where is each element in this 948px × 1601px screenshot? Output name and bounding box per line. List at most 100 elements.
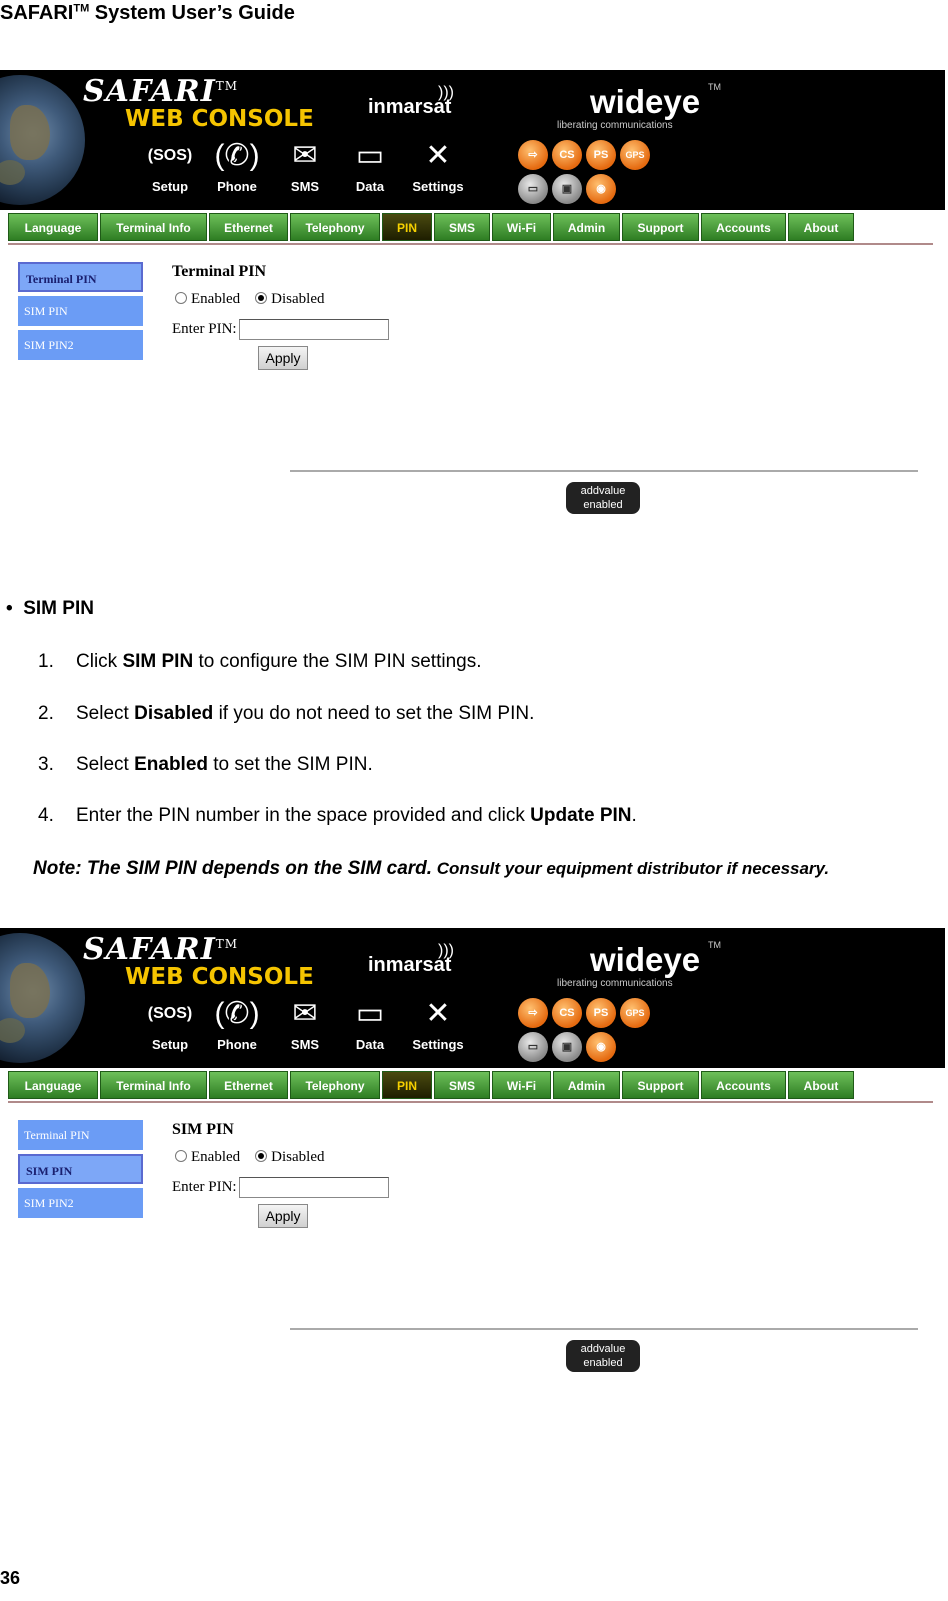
gps-status-icon[interactable]: GPS [620,140,650,170]
web-console-screenshot-terminal-pin: SAFARITM WEB CONSOLE inmarsat ))) wideye… [0,70,948,550]
tab-ethernet[interactable]: Ethernet [209,1071,288,1099]
wideye-logo: wideye [590,83,701,120]
tab-wifi[interactable]: Wi-Fi [492,213,551,241]
pin-mode-radio-group: Enabled Disabled [175,1149,324,1166]
tab-support[interactable]: Support [622,213,699,241]
earth-globe-image [0,75,85,205]
signal-waves-icon: ))) [438,942,454,959]
tab-terminal-info[interactable]: Terminal Info [100,1071,207,1099]
ethernet-status-icon[interactable]: ▭ [518,174,548,204]
enabled-radio[interactable] [175,292,187,304]
web-console-screenshot-sim-pin: SAFARITM WEB CONSOLE inmarsat ))) wideye… [0,928,948,1408]
envelope-icon: ✉ [292,997,318,1030]
page-number: 36 [0,1568,21,1588]
disabled-radio[interactable] [255,1150,268,1162]
tab-telephony[interactable]: Telephony [290,1071,380,1099]
sidebar-item-sim-pin2[interactable]: SIM PIN2 [18,1188,143,1218]
wideye-tagline: liberating communications [557,978,673,989]
tab-pin[interactable]: PIN [382,1071,432,1099]
tab-wifi[interactable]: Wi-Fi [492,1071,551,1099]
network-status-icon[interactable]: ⇨ [518,140,548,170]
tab-accounts[interactable]: Accounts [701,213,786,241]
tab-about[interactable]: About [788,1071,854,1099]
nav-phone[interactable]: (✆) Phone [207,994,267,1052]
tab-telephony[interactable]: Telephony [290,213,380,241]
safari-logo: SAFARITM [83,74,239,109]
divider [290,1328,918,1330]
ps-status-icon[interactable]: PS [586,140,616,170]
wifi-status-icon[interactable]: ◉ [586,174,616,204]
sidebar-item-terminal-pin[interactable]: Terminal PIN [18,262,143,292]
step-4: 4. Enter the PIN number in the space prov… [38,805,637,826]
tab-admin[interactable]: Admin [553,213,620,241]
console-banner: SAFARITM WEB CONSOLE inmarsat ))) wideye… [0,928,945,1068]
nav-data[interactable]: ▭ Data [340,994,400,1052]
ps-status-icon[interactable]: PS [586,998,616,1028]
safari-logo: SAFARITM [83,932,239,967]
gps-status-icon[interactable]: GPS [620,998,650,1028]
sidebar-item-sim-pin[interactable]: SIM PIN [18,296,143,326]
earth-globe-image [0,933,85,1063]
wideye-tagline: liberating communications [557,120,673,131]
note: Note: The SIM PIN depends on the SIM car… [33,858,830,879]
addvalue-enabled-logo: addvalue enabled [566,482,640,514]
pin-entry-row: Enter PIN: [172,1177,389,1198]
nav-settings[interactable]: ✕ Settings [408,136,468,194]
web-console-title: WEB CONSOLE [125,106,314,132]
console-banner: SAFARITM WEB CONSOLE inmarsat ))) wideye… [0,70,945,210]
nav-settings[interactable]: ✕ Settings [408,994,468,1052]
sidebar-item-terminal-pin[interactable]: Terminal PIN [18,1120,143,1150]
cs-status-icon[interactable]: CS [552,140,582,170]
network-status-icon[interactable]: ⇨ [518,998,548,1028]
signal-waves-icon: ))) [438,84,454,101]
sim-pin-instructions: • SIM PIN 1. Click SIM PIN to configure t… [0,598,948,908]
section-heading: • SIM PIN [6,598,94,619]
tab-bar: Language Terminal Info Ethernet Telephon… [8,213,933,245]
step-3: 3. Select Enabled to set the SIM PIN. [38,754,373,775]
tools-icon: ✕ [425,997,451,1030]
apply-button[interactable]: Apply [258,1204,308,1228]
wideye-trademark: TM [708,82,721,92]
tab-sms[interactable]: SMS [434,1071,490,1099]
envelope-icon: ✉ [292,139,318,172]
panel-title: SIM PIN [172,1121,234,1138]
tab-support[interactable]: Support [622,1071,699,1099]
step-2: 2. Select Disabled if you do not need to … [38,703,535,724]
nav-sms[interactable]: ✉ SMS [275,994,335,1052]
ethernet-status-icon[interactable]: ▭ [518,1032,548,1062]
sidebar-item-sim-pin[interactable]: SIM PIN [18,1154,143,1184]
cs-status-icon[interactable]: CS [552,998,582,1028]
pin-entry-row: Enter PIN: [172,319,389,340]
disabled-radio[interactable] [255,292,268,304]
document-header: SAFARITM System User’s Guide [0,2,295,24]
tab-about[interactable]: About [788,213,854,241]
computer-icon: ▭ [355,139,385,172]
nav-sms[interactable]: ✉ SMS [275,136,335,194]
tab-sms[interactable]: SMS [434,213,490,241]
wifi-status-icon[interactable]: ◉ [586,1032,616,1062]
tab-language[interactable]: Language [8,1071,98,1099]
tab-accounts[interactable]: Accounts [701,1071,786,1099]
tab-terminal-info[interactable]: Terminal Info [100,213,207,241]
tab-admin[interactable]: Admin [553,1071,620,1099]
nav-data[interactable]: ▭ Data [340,136,400,194]
pin-mode-radio-group: Enabled Disabled [175,291,324,308]
tab-pin[interactable]: PIN [382,213,432,241]
addvalue-enabled-logo: addvalue enabled [566,1340,640,1372]
pin-input[interactable] [238,319,389,340]
sidebar-item-sim-pin2[interactable]: SIM PIN2 [18,330,143,360]
tab-ethernet[interactable]: Ethernet [209,213,288,241]
enabled-radio[interactable] [175,1150,187,1162]
apply-button[interactable]: Apply [258,346,308,370]
nav-setup[interactable]: (SOS) Setup [140,994,200,1052]
tab-language[interactable]: Language [8,213,98,241]
lock-status-icon[interactable]: ▣ [552,1032,582,1062]
sos-icon: (SOS) [147,1005,193,1022]
nav-setup[interactable]: (SOS) Setup [140,136,200,194]
tab-bar: Language Terminal Info Ethernet Telephon… [8,1071,933,1103]
wideye-logo: wideye [590,941,701,978]
sos-icon: (SOS) [147,147,193,164]
pin-input[interactable] [238,1177,389,1198]
nav-phone[interactable]: (✆) Phone [207,136,267,194]
lock-status-icon[interactable]: ▣ [552,174,582,204]
